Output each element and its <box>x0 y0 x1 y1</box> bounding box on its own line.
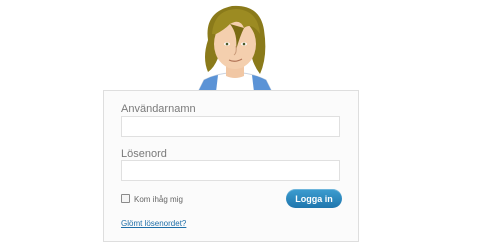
password-input[interactable] <box>121 160 340 181</box>
avatar-boy-icon <box>197 5 273 93</box>
login-form: Användarnamn Lösenord Kom ihåg mig Logga… <box>103 90 359 242</box>
username-input[interactable] <box>121 116 340 137</box>
username-label: Användarnamn <box>121 103 196 115</box>
password-label: Lösenord <box>121 148 167 160</box>
forgot-password-link[interactable]: Glömt lösenordet? <box>121 219 186 228</box>
avatar <box>180 0 290 93</box>
remember-checkbox[interactable] <box>121 194 130 203</box>
remember-me[interactable]: Kom ihåg mig <box>121 194 183 204</box>
login-button[interactable]: Logga in <box>286 189 342 208</box>
remember-label: Kom ihåg mig <box>134 195 183 204</box>
